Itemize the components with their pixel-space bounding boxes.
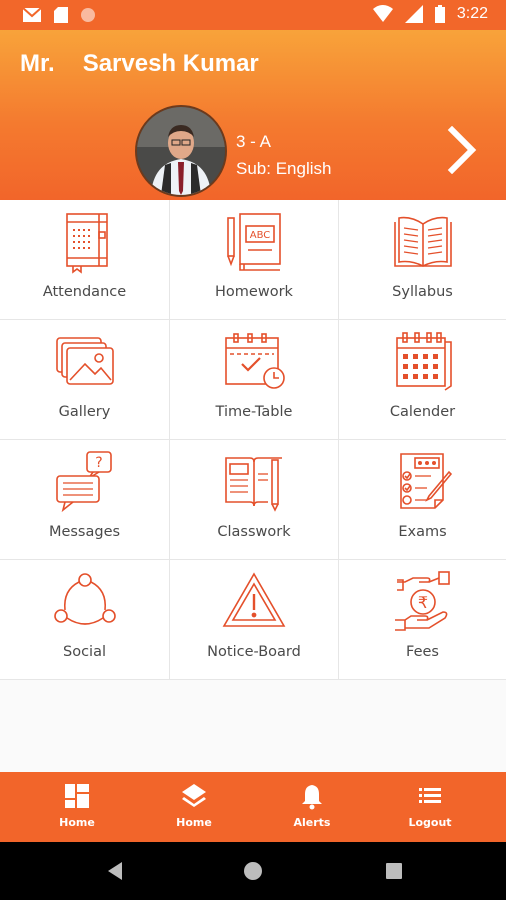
- bell-icon: [302, 785, 322, 810]
- menu-label: Exams: [398, 524, 447, 540]
- sd-card-icon: [54, 7, 68, 23]
- abc-book-icon: ABC: [227, 213, 281, 271]
- next-button[interactable]: [442, 125, 482, 175]
- status-bar: 3:22: [0, 0, 506, 30]
- menu-label: Time-Table: [215, 404, 293, 420]
- rupee-hand-icon: ₹: [394, 571, 450, 631]
- dashboard-icon: [65, 784, 89, 808]
- menu-notice-board[interactable]: Notice-Board: [170, 560, 339, 680]
- status-time: 3:22: [456, 5, 488, 22]
- bottom-nav-label: Logout: [408, 816, 452, 829]
- class-info: 3 - A Sub: English: [236, 128, 331, 182]
- menu-syllabus[interactable]: Syllabus: [339, 200, 506, 320]
- menu-label: Messages: [48, 524, 121, 540]
- signal-icon: [404, 5, 423, 23]
- menu-messages[interactable]: ? Messages: [0, 440, 170, 560]
- menu-calender[interactable]: Calender: [339, 320, 506, 440]
- book-pencil-icon: [225, 457, 282, 512]
- class-section: 3 - A: [236, 132, 271, 151]
- menu-label: Classwork: [217, 524, 291, 540]
- menu-label: Notice-Board: [207, 644, 301, 660]
- teacher-title: Mr.: [20, 50, 55, 77]
- notebook-icon: [65, 213, 108, 274]
- profile-header: Mr. Sarvesh Kumar 3 - A Sub: English: [0, 30, 506, 200]
- menu-homework[interactable]: ABC Homework: [170, 200, 339, 320]
- menu-gallery[interactable]: Gallery: [0, 320, 170, 440]
- teacher-name: Mr. Sarvesh Kumar: [20, 50, 287, 78]
- bottom-nav-label: Alerts: [293, 816, 331, 829]
- system-navigation-bar: [0, 842, 506, 900]
- empty-area: [0, 680, 506, 772]
- back-icon[interactable]: [104, 860, 126, 882]
- svg-text:?: ?: [95, 455, 102, 471]
- network-icon: [53, 573, 116, 625]
- menu-label: Homework: [215, 284, 293, 300]
- status-left: [22, 7, 96, 23]
- svg-text:₹: ₹: [417, 593, 427, 612]
- bottom-nav-logout[interactable]: Logout: [390, 782, 470, 829]
- bottom-nav-home-dashboard[interactable]: Home: [37, 782, 117, 829]
- menu-exams[interactable]: Exams: [339, 440, 506, 560]
- bottom-nav-alerts[interactable]: Alerts: [272, 782, 352, 829]
- menu-attendance[interactable]: Attendance: [0, 200, 170, 320]
- chat-bubbles-icon: ?: [55, 451, 112, 513]
- svg-text:ABC: ABC: [250, 230, 271, 241]
- bottom-nav-home-layers[interactable]: Home: [154, 782, 234, 829]
- menu-label: Fees: [406, 644, 439, 660]
- bottom-nav-label: Home: [59, 816, 95, 829]
- circle-icon: [81, 8, 95, 22]
- layers-icon: [182, 784, 206, 807]
- menu-classwork[interactable]: Classwork: [170, 440, 339, 560]
- menu-fees[interactable]: ₹ Fees: [339, 560, 506, 680]
- menu-label: Social: [63, 644, 106, 660]
- list-icon: [419, 788, 441, 803]
- open-book-icon: [393, 216, 452, 267]
- bottom-nav-label: Home: [176, 816, 212, 829]
- menu-label: Syllabus: [392, 284, 453, 300]
- chevron-right-icon: [447, 125, 477, 175]
- menu-grid: Attendance ABC Homework Syllabus Gallery…: [0, 200, 506, 680]
- gmail-icon: [22, 7, 42, 22]
- menu-label: Calender: [389, 404, 456, 420]
- avatar-photo: [137, 107, 225, 195]
- exam-checklist-icon: [399, 453, 452, 509]
- menu-label: Gallery: [58, 404, 111, 420]
- status-right: 3:22: [372, 5, 488, 23]
- bottom-navigation: Home Home Alerts Logout: [0, 772, 506, 842]
- menu-label: Attendance: [42, 284, 127, 300]
- calendar-clock-icon: [225, 333, 285, 389]
- home-circle-icon[interactable]: [242, 860, 264, 882]
- warning-triangle-icon: [222, 572, 286, 627]
- avatar[interactable]: [135, 105, 227, 197]
- recents-icon[interactable]: [383, 860, 405, 882]
- photo-gallery-icon: [55, 337, 114, 385]
- menu-time-table[interactable]: Time-Table: [170, 320, 339, 440]
- teacher-full-name: Sarvesh Kumar: [82, 50, 259, 77]
- subject: Sub: English: [236, 159, 332, 178]
- battery-icon: [434, 5, 445, 23]
- wifi-icon: [372, 5, 393, 22]
- calendar-icon: [395, 332, 452, 391]
- menu-social[interactable]: Social: [0, 560, 170, 680]
